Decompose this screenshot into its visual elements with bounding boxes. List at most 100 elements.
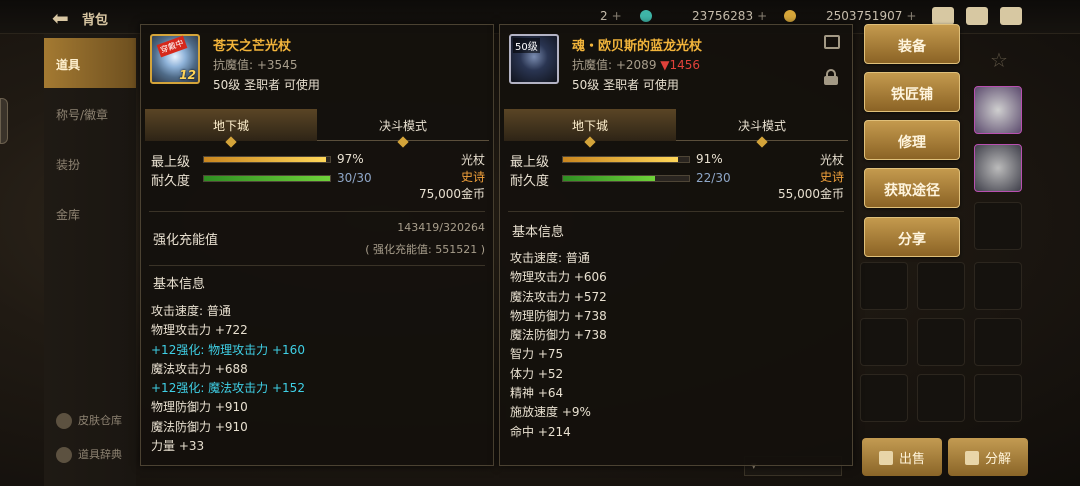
disassemble-button[interactable]: 分解 — [948, 438, 1028, 476]
attribute-row: 力量 +33 — [151, 439, 205, 454]
grade-value: 97% — [337, 152, 364, 166]
nav-item-items[interactable]: 道具 — [44, 38, 136, 88]
durability-bar — [203, 175, 331, 182]
basic-info-title: 基本信息 — [512, 225, 565, 240]
attribute-list: 攻击速度: 普通 物理攻击力 +722 +12强化: 物理攻击力 +160 魔法… — [151, 302, 305, 456]
back-arrow-icon[interactable]: ⬅ — [52, 6, 69, 30]
nav-item-avatar[interactable]: 装扮 — [44, 138, 136, 188]
add-currency-1-icon[interactable]: + — [612, 9, 622, 23]
rarity-label: 史诗 — [460, 170, 485, 184]
attribute-row: 物理防御力 +910 — [151, 400, 248, 415]
currency-count-1: 2 + — [600, 9, 622, 23]
favorite-star-icon[interactable]: ☆ — [990, 48, 1008, 72]
mode-tabs: 地下城 决斗模式 — [504, 109, 848, 148]
lock-icon[interactable] — [824, 69, 838, 85]
mail-icon[interactable] — [966, 7, 988, 25]
tab-indicator-icon — [397, 136, 409, 148]
attribute-row: 魔法攻击力 +572 — [510, 289, 607, 304]
inventory-slot[interactable] — [974, 144, 1022, 192]
weapon-type: 光杖 — [460, 153, 485, 167]
durability-bar-fill — [204, 176, 330, 181]
divider — [149, 265, 485, 266]
staff-item-icon: 50级 — [509, 34, 559, 84]
obtain-source-button[interactable]: 获取途径 — [864, 168, 960, 208]
sell-button[interactable]: 出售 — [862, 438, 942, 476]
tab-duel[interactable]: 决斗模式 — [676, 109, 848, 148]
inventory-slot[interactable] — [974, 202, 1022, 250]
skin-storage-link[interactable]: 皮肤仓库 — [56, 412, 122, 429]
divider — [149, 211, 485, 212]
item-name: 魂・欧贝斯的蓝龙光杖 — [572, 39, 703, 54]
enhance-level-badge: 12 — [179, 68, 196, 82]
durability-value: 22/30 — [696, 171, 731, 185]
coin-icon — [784, 10, 796, 22]
blacksmith-button[interactable]: 铁匠铺 — [864, 72, 960, 112]
enhance-attribute-row: +12强化: 魔法攻击力 +152 — [151, 381, 305, 396]
inventory-slot[interactable] — [917, 262, 965, 310]
dictionary-icon — [56, 447, 72, 463]
sell-price: 55,000金币 — [778, 187, 844, 201]
repair-button[interactable]: 修理 — [864, 120, 960, 160]
attribute-row: 命中 +214 — [510, 424, 571, 439]
attribute-row: 魔法攻击力 +688 — [151, 361, 248, 376]
inventory-slot[interactable] — [974, 318, 1022, 366]
nav-item-vault[interactable]: 金库 — [44, 188, 136, 238]
attribute-row: 施放速度 +9% — [510, 405, 591, 420]
item-requirement: 50级 圣职者 可使用 — [213, 78, 320, 92]
sell-icon — [878, 451, 893, 465]
durability-bar — [562, 175, 690, 182]
tab-duel[interactable]: 决斗模式 — [317, 109, 489, 148]
currency-gold: 23756283 + — [692, 9, 768, 23]
sell-price: 75,000金币 — [419, 187, 485, 201]
durability-value: 30/30 — [337, 171, 372, 185]
currency-coin: 2503751907 + — [826, 9, 917, 23]
mode-tabs: 地下城 决斗模式 — [145, 109, 489, 148]
basic-info-title: 基本信息 — [153, 277, 206, 292]
attribute-row: 物理攻击力 +606 — [510, 270, 607, 285]
inventory-slot[interactable] — [917, 318, 965, 366]
share-icon[interactable] — [824, 35, 840, 49]
rarity-label: 史诗 — [819, 170, 844, 184]
tab-dungeon[interactable]: 地下城 — [504, 109, 676, 148]
chat-icon[interactable] — [1000, 7, 1022, 25]
enhance-attribute-row: +12强化: 物理攻击力 +160 — [151, 342, 305, 357]
magic-resist: 抗魔值: +3545 — [213, 58, 298, 72]
charge-value: 143419/320264 — [397, 221, 485, 234]
weapon-type: 光杖 — [819, 153, 844, 167]
item-name: 苍天之芒光杖 — [213, 39, 292, 54]
shop-icon[interactable] — [932, 7, 954, 25]
inventory-slot[interactable] — [917, 374, 965, 422]
attribute-row: 魔法防御力 +738 — [510, 328, 607, 343]
item-requirement: 50级 圣职者 可使用 — [572, 78, 679, 92]
attribute-row: 攻击速度: 普通 — [510, 251, 590, 265]
grade-bar-fill — [563, 157, 678, 162]
attribute-row: 物理防御力 +738 — [510, 308, 607, 323]
inventory-slot[interactable] — [860, 262, 908, 310]
compare-item-tooltip: 50级 魂・欧贝斯的蓝龙光杖 抗魔值: +2089 ▼1456 50级 圣职者 … — [499, 24, 853, 466]
item-dictionary-link[interactable]: 道具辞典 — [56, 446, 122, 463]
nav-item-titles[interactable]: 称号/徽章 — [44, 88, 136, 138]
add-gold-icon[interactable]: + — [757, 9, 767, 23]
side-drawer-handle[interactable] — [0, 98, 8, 144]
tab-dungeon[interactable]: 地下城 — [145, 109, 317, 148]
charge-label: 强化充能值 — [153, 233, 219, 248]
inventory-slot[interactable] — [974, 374, 1022, 422]
inventory-slot[interactable] — [860, 374, 908, 422]
inventory-slot[interactable] — [974, 86, 1022, 134]
durability-label: 耐久度 — [510, 174, 550, 189]
divider — [508, 211, 844, 212]
equip-button[interactable]: 装备 — [864, 24, 960, 64]
attribute-row: 攻击速度: 普通 — [151, 304, 231, 318]
share-button[interactable]: 分享 — [864, 217, 960, 257]
inventory-slot[interactable] — [974, 262, 1022, 310]
attribute-row: 魔法防御力 +910 — [151, 419, 248, 434]
attribute-row: 物理攻击力 +722 — [151, 323, 248, 338]
attribute-list: 攻击速度: 普通 物理攻击力 +606 魔法攻击力 +572 物理防御力 +73… — [510, 249, 607, 442]
inventory-slot[interactable] — [860, 318, 908, 366]
charge-total: ( 强化充能值: 551521 ) — [365, 243, 485, 256]
attribute-row: 智力 +75 — [510, 347, 564, 362]
add-coin-icon[interactable]: + — [906, 9, 916, 23]
equipped-item-tooltip: 穿戴中 12 苍天之芒光杖 抗魔值: +3545 50级 圣职者 可使用 地下城… — [140, 24, 494, 466]
grade-bar-fill — [204, 157, 327, 162]
level-badge: 50级 — [513, 38, 540, 53]
